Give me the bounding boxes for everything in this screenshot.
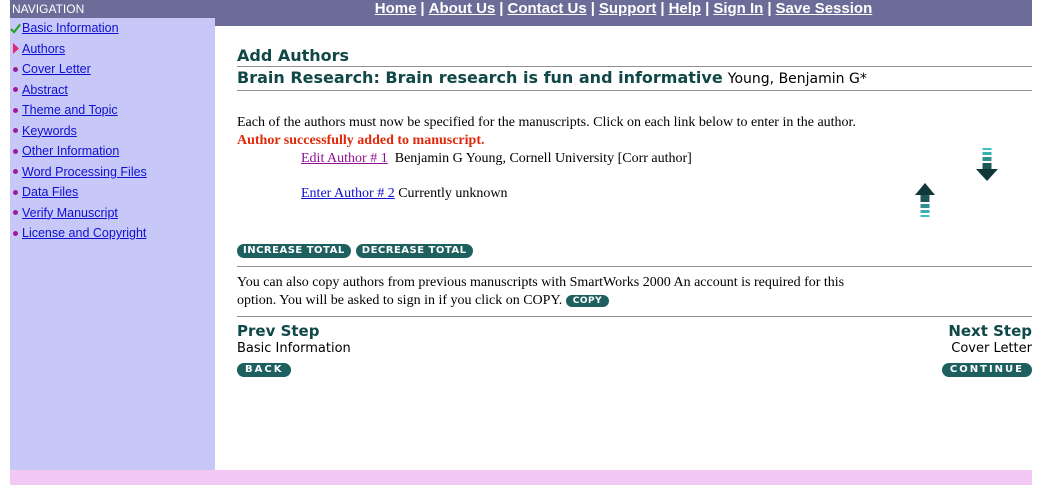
next-step-name: Cover Letter: [951, 341, 1032, 356]
author-row-1: Edit Author # 1 Benjamin G Young, Cornel…: [301, 150, 692, 168]
continue-button[interactable]: CONTINUE: [941, 363, 1032, 377]
bullet-icon: [13, 189, 18, 195]
bullet-icon: [13, 230, 18, 236]
total-buttons: INCREASE TOTAL DECREASE TOTAL: [237, 238, 1032, 258]
prev-step-name: Basic Information: [237, 341, 351, 356]
nav-link-verify-manuscript[interactable]: Verify Manuscript: [22, 206, 118, 220]
author-row-2: Enter Author # 2 Currently unknown: [301, 185, 507, 203]
bullet-icon: [13, 87, 18, 93]
bullet-icon: [13, 169, 18, 175]
nav-link-keywords[interactable]: Keywords: [22, 124, 77, 138]
contact-us-link[interactable]: Contact Us: [508, 0, 587, 17]
bullet-icon: [13, 148, 18, 154]
divider: [237, 90, 1032, 91]
author-2-details: Currently unknown: [398, 186, 508, 201]
decrease-total-button[interactable]: DECREASE TOTAL: [355, 244, 473, 258]
bullet-icon: [13, 107, 18, 113]
nav-separator: |: [767, 0, 772, 17]
step-navigation: Prev Step Basic Information BACK Next St…: [237, 322, 1032, 382]
success-message: Author successfully added to manuscript.: [237, 133, 485, 148]
checkmark-icon: [10, 23, 21, 34]
manuscript-info: Brain Research: Brain research is fun an…: [237, 67, 1032, 90]
home-link[interactable]: Home: [375, 0, 417, 17]
nav-separator: |: [705, 0, 710, 17]
move-down-arrow-icon[interactable]: [974, 148, 1000, 184]
nav-item-abstract[interactable]: Abstract: [10, 80, 215, 101]
page-title: Add Authors: [237, 46, 350, 65]
prev-step: Prev Step Basic Information BACK: [237, 322, 351, 377]
nav-item-cover-letter[interactable]: Cover Letter: [10, 59, 215, 80]
author-1-details: Benjamin G Young, Cornell University [Co…: [394, 151, 692, 166]
copy-info-line-2: option. You will be asked to sign in if …: [237, 293, 563, 308]
enter-author-2-link[interactable]: Enter Author # 2: [301, 186, 395, 201]
copy-info-line-2-row: option. You will be asked to sign in if …: [237, 292, 1037, 310]
nav-item-theme-and-topic[interactable]: Theme and Topic: [10, 100, 215, 121]
next-step: Next Step Cover Letter CONTINUE: [941, 322, 1032, 377]
footer-bar: [10, 470, 1032, 485]
move-up-arrow-icon[interactable]: [914, 182, 936, 222]
manuscript-title: Brain Research: Brain research is fun an…: [237, 68, 723, 87]
bullet-icon: [13, 66, 18, 72]
copy-info-line-1: You can also copy authors from previous …: [237, 275, 845, 290]
nav-link-cover-letter[interactable]: Cover Letter: [22, 62, 91, 76]
instructions-text: Each of the authors must now be specifie…: [237, 115, 856, 130]
nav-item-other-information[interactable]: Other Information: [10, 141, 215, 162]
nav-link-theme-and-topic[interactable]: Theme and Topic: [22, 103, 118, 117]
nav-item-data-files[interactable]: Data Files: [10, 182, 215, 203]
edit-author-1-link[interactable]: Edit Author # 1: [301, 151, 388, 166]
manuscript-author: Young, Benjamin G*: [727, 71, 867, 87]
about-us-link[interactable]: About Us: [429, 0, 496, 17]
nav-item-authors[interactable]: Authors: [10, 39, 215, 60]
sign-in-link[interactable]: Sign In: [713, 0, 763, 17]
copy-info: You can also copy authors from previous …: [237, 274, 1037, 310]
prev-step-label: Prev Step: [237, 322, 320, 340]
main-content: Add Authors Brain Research: Brain resear…: [237, 46, 1032, 382]
nav-item-basic-information[interactable]: Basic Information: [10, 18, 215, 39]
top-nav-bar: Home | About Us | Contact Us | Support | Help | Si…: [215, 0, 1032, 26]
nav-link-license-and-copyright[interactable]: License and Copyright: [22, 226, 146, 240]
nav-separator: |: [660, 0, 665, 17]
nav-item-license-and-copyright[interactable]: License and Copyright: [10, 223, 215, 244]
help-link[interactable]: Help: [669, 0, 702, 17]
nav-header: NAVIGATION: [10, 0, 215, 18]
back-button[interactable]: BACK: [237, 363, 292, 377]
support-link[interactable]: Support: [599, 0, 657, 17]
increase-total-button[interactable]: INCREASE TOTAL: [237, 244, 351, 258]
nav-link-abstract[interactable]: Abstract: [22, 83, 68, 97]
nav-separator: |: [499, 0, 504, 17]
bullet-icon: [13, 210, 18, 216]
divider: [237, 316, 1032, 317]
current-step-arrow-icon: [10, 43, 21, 55]
divider: [237, 266, 1032, 267]
nav-link-word-processing-files[interactable]: Word Processing Files: [22, 165, 147, 179]
nav-link-authors[interactable]: Authors: [22, 42, 65, 56]
navigation-sidebar: NAVIGATION Basic Information Authors Cov…: [10, 0, 215, 470]
next-step-label: Next Step: [948, 322, 1032, 340]
copy-button[interactable]: COPY: [565, 295, 610, 307]
nav-link-basic-information[interactable]: Basic Information: [22, 21, 119, 35]
nav-link-other-information[interactable]: Other Information: [22, 144, 119, 158]
author-list: Edit Author # 1 Benjamin G Young, Cornel…: [237, 148, 1032, 238]
nav-item-verify-manuscript[interactable]: Verify Manuscript: [10, 203, 215, 224]
nav-item-word-processing-files[interactable]: Word Processing Files: [10, 162, 215, 183]
nav-item-keywords[interactable]: Keywords: [10, 121, 215, 142]
bullet-icon: [13, 128, 18, 134]
nav-list: Basic Information Authors Cover Letter A…: [10, 18, 215, 244]
nav-separator: |: [590, 0, 595, 17]
nav-link-data-files[interactable]: Data Files: [22, 185, 78, 199]
save-session-link[interactable]: Save Session: [776, 0, 873, 17]
nav-separator: |: [420, 0, 425, 17]
